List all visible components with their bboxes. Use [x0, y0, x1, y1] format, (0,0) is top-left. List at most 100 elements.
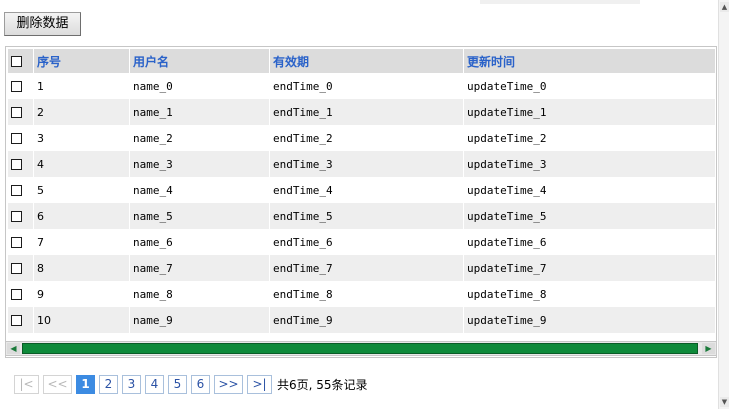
username-cell: name_8	[130, 281, 270, 307]
select-all-checkbox[interactable]	[11, 56, 22, 67]
last-page-button[interactable]: >|	[247, 375, 272, 394]
table-row[interactable]: 9 name_8 endTime_8 updateTime_8	[8, 281, 716, 307]
page-summary: 共6页, 55条记录	[277, 378, 368, 392]
expiry-cell: endTime_4	[270, 177, 464, 203]
row-checkbox[interactable]	[11, 159, 22, 170]
row-select-cell	[8, 99, 34, 125]
column-header-username[interactable]: 用户名	[130, 49, 270, 73]
update-time-cell: updateTime_3	[464, 151, 716, 177]
table-row[interactable]: 4 name_3 endTime_3 updateTime_3	[8, 151, 716, 177]
vertical-scrollbar[interactable]: ▲ ▼	[718, 0, 729, 409]
row-select-cell	[8, 255, 34, 281]
scrollbar-thumb[interactable]	[22, 343, 698, 354]
username-cell: name_1	[130, 99, 270, 125]
row-checkbox[interactable]	[11, 133, 22, 144]
page-button-2[interactable]: 2	[99, 375, 118, 394]
table-row[interactable]: 1 name_0 endTime_0 updateTime_0	[8, 73, 716, 99]
delete-data-button[interactable]: 删除数据	[4, 12, 81, 36]
row-checkbox[interactable]	[11, 263, 22, 274]
expiry-cell: endTime_8	[270, 281, 464, 307]
table-row[interactable]: 7 name_6 endTime_6 updateTime_6	[8, 229, 716, 255]
seq-cell: 2	[34, 99, 130, 125]
update-time-cell: updateTime_2	[464, 125, 716, 151]
row-checkbox[interactable]	[11, 107, 22, 118]
row-checkbox[interactable]	[11, 185, 22, 196]
row-checkbox[interactable]	[11, 237, 22, 248]
seq-cell: 1	[34, 73, 130, 99]
seq-cell: 5	[34, 177, 130, 203]
username-cell: name_7	[130, 255, 270, 281]
expiry-cell: endTime_3	[270, 151, 464, 177]
arrow-right-icon[interactable]: ▶	[702, 343, 715, 354]
expiry-cell: endTime_5	[270, 203, 464, 229]
username-cell: name_4	[130, 177, 270, 203]
data-table: 序号 用户名 有效期 更新时间 1 name_0 endTime_0 updat…	[8, 49, 716, 333]
horizontal-scrollbar[interactable]: ◀ ▶	[5, 341, 717, 356]
first-page-button[interactable]: |<	[14, 375, 39, 394]
expiry-cell: endTime_0	[270, 73, 464, 99]
column-header-expiry[interactable]: 有效期	[270, 49, 464, 73]
seq-cell: 8	[34, 255, 130, 281]
update-time-cell: updateTime_7	[464, 255, 716, 281]
update-time-cell: updateTime_6	[464, 229, 716, 255]
username-cell: name_0	[130, 73, 270, 99]
column-header-seq[interactable]: 序号	[34, 49, 130, 73]
seq-cell: 6	[34, 203, 130, 229]
row-select-cell	[8, 73, 34, 99]
prev-page-button[interactable]: <<	[43, 375, 72, 394]
table-row[interactable]: 5 name_4 endTime_4 updateTime_4	[8, 177, 716, 203]
table-header-row: 序号 用户名 有效期 更新时间	[8, 49, 716, 73]
arrow-down-icon[interactable]: ▼	[720, 397, 729, 407]
username-cell: name_3	[130, 151, 270, 177]
username-cell: name_5	[130, 203, 270, 229]
row-checkbox[interactable]	[11, 81, 22, 92]
expiry-cell: endTime_2	[270, 125, 464, 151]
table-row[interactable]: 10 name_9 endTime_9 updateTime_9	[8, 307, 716, 333]
seq-cell: 10	[34, 307, 130, 333]
row-checkbox[interactable]	[11, 211, 22, 222]
update-time-cell: updateTime_5	[464, 203, 716, 229]
table-row[interactable]: 3 name_2 endTime_2 updateTime_2	[8, 125, 716, 151]
username-cell: name_2	[130, 125, 270, 151]
row-checkbox[interactable]	[11, 289, 22, 300]
table-row[interactable]: 2 name_1 endTime_1 updateTime_1	[8, 99, 716, 125]
arrow-left-icon[interactable]: ◀	[7, 343, 20, 354]
row-select-cell	[8, 307, 34, 333]
row-checkbox[interactable]	[11, 315, 22, 326]
seq-cell: 3	[34, 125, 130, 151]
row-select-cell	[8, 229, 34, 255]
username-cell: name_9	[130, 307, 270, 333]
seq-cell: 4	[34, 151, 130, 177]
seq-cell: 7	[34, 229, 130, 255]
update-time-cell: updateTime_8	[464, 281, 716, 307]
page-button-3[interactable]: 3	[122, 375, 141, 394]
pagination: |< << 1 2 3 4 5 6 >> >| 共6页, 55条记录	[14, 374, 368, 395]
page-button-4[interactable]: 4	[145, 375, 164, 394]
update-time-cell: updateTime_9	[464, 307, 716, 333]
column-header-update-time[interactable]: 更新时间	[464, 49, 716, 73]
update-time-cell: updateTime_1	[464, 99, 716, 125]
update-time-cell: updateTime_0	[464, 73, 716, 99]
row-select-cell	[8, 125, 34, 151]
row-select-cell	[8, 203, 34, 229]
expiry-cell: endTime_6	[270, 229, 464, 255]
arrow-up-icon[interactable]: ▲	[720, 2, 729, 12]
page-button-6[interactable]: 6	[191, 375, 210, 394]
top-edge-shade	[480, 0, 640, 4]
expiry-cell: endTime_7	[270, 255, 464, 281]
row-select-cell	[8, 151, 34, 177]
page-button-5[interactable]: 5	[168, 375, 187, 394]
expiry-cell: endTime_9	[270, 307, 464, 333]
expiry-cell: endTime_1	[270, 99, 464, 125]
page-button-1[interactable]: 1	[76, 375, 95, 394]
table-row[interactable]: 6 name_5 endTime_5 updateTime_5	[8, 203, 716, 229]
table-row[interactable]: 8 name_7 endTime_7 updateTime_7	[8, 255, 716, 281]
next-page-button[interactable]: >>	[214, 375, 243, 394]
update-time-cell: updateTime_4	[464, 177, 716, 203]
header-select-all-cell	[8, 49, 34, 73]
seq-cell: 9	[34, 281, 130, 307]
data-grid: 序号 用户名 有效期 更新时间 1 name_0 endTime_0 updat…	[5, 46, 717, 358]
row-select-cell	[8, 281, 34, 307]
row-select-cell	[8, 177, 34, 203]
username-cell: name_6	[130, 229, 270, 255]
